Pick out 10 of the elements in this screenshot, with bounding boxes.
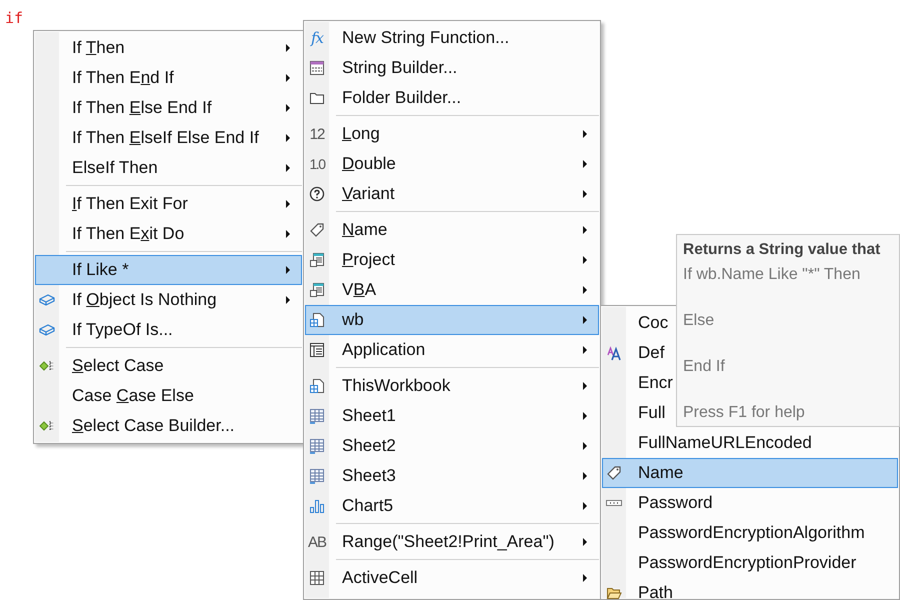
code-text: if	[5, 9, 24, 27]
code-line: Else	[683, 311, 716, 331]
icon-label: 1.0	[310, 156, 324, 172]
code-line: If wb.Name Like "*" Then	[683, 265, 862, 285]
code-line: End If	[683, 357, 726, 377]
tooltip-title: Returns a String value that	[683, 240, 882, 260]
icon-label: fx	[310, 29, 323, 47]
icon-label: AB	[308, 534, 326, 550]
icon-label: 12	[310, 126, 324, 142]
help-hint: Press F1 for help	[683, 403, 806, 423]
